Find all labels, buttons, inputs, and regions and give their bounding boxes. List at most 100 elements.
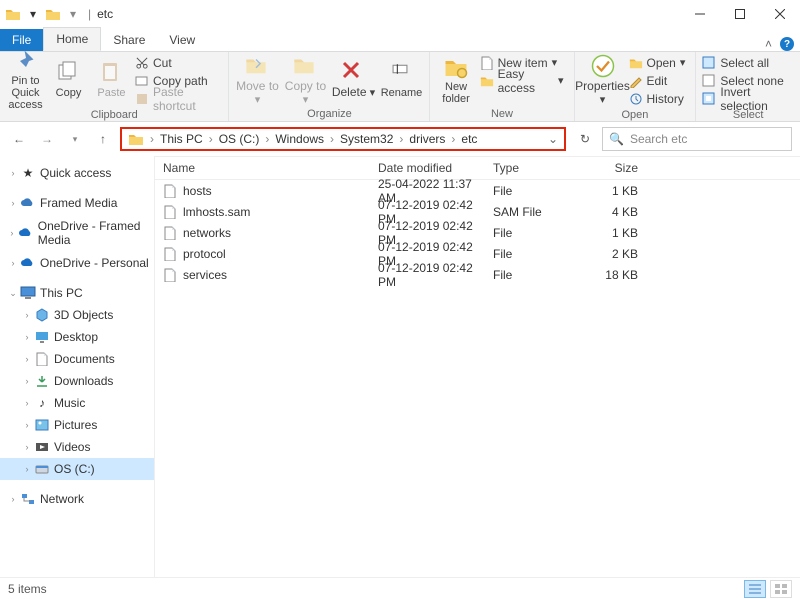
col-type[interactable]: Type (485, 161, 580, 175)
col-date[interactable]: Date modified (370, 161, 485, 175)
network-icon (20, 491, 36, 507)
crumb-etc[interactable]: etc (457, 132, 481, 146)
open-button[interactable]: Open ▾ (629, 54, 690, 71)
file-icon (163, 226, 177, 240)
details-view-button[interactable] (744, 580, 766, 598)
file-name: networks (183, 226, 231, 240)
tab-view[interactable]: View (157, 29, 207, 51)
file-size: 1 KB (580, 226, 650, 240)
cloud-icon (18, 225, 34, 241)
file-list[interactable]: hosts25-04-2022 11:37 AMFile1 KBlmhosts.… (155, 180, 800, 285)
group-clipboard: Pin to Quick access Copy Paste Cut Copy … (0, 52, 229, 121)
tree-onedrive-framed[interactable]: ›OneDrive - Framed Media (0, 222, 154, 244)
forward-button[interactable]: → (36, 128, 58, 150)
help-icon[interactable]: ? (780, 37, 794, 51)
file-name: services (183, 268, 227, 282)
window-title: etc (97, 7, 113, 21)
select-all-button[interactable]: Select all (702, 54, 794, 71)
title-separator: | (88, 7, 91, 21)
file-type: File (485, 226, 580, 240)
pc-icon (20, 285, 36, 301)
crumb-os-c[interactable]: OS (C:) (215, 132, 264, 146)
edit-button[interactable]: Edit (629, 72, 690, 89)
crumb-system32[interactable]: System32 (336, 132, 397, 146)
cloud-icon (20, 195, 36, 211)
address-bar[interactable]: › This PC › OS (C:) › Windows › System32… (120, 127, 566, 151)
folder-icon (4, 5, 22, 23)
crumb-this-pc[interactable]: This PC (156, 132, 207, 146)
tree-network[interactable]: ›Network (0, 488, 154, 510)
paste-shortcut-button[interactable]: Paste shortcut (135, 90, 223, 107)
tree-this-pc[interactable]: ⌄This PC (0, 282, 154, 304)
group-label-organize: Organize (235, 106, 423, 122)
paste-button[interactable]: Paste (92, 54, 131, 106)
chevron-right-icon[interactable]: › (397, 132, 405, 146)
picture-icon (34, 417, 50, 433)
video-icon (34, 439, 50, 455)
tree-quick-access[interactable]: ›★Quick access (0, 162, 154, 184)
col-name[interactable]: Name (155, 161, 370, 175)
tree-pictures[interactable]: ›Pictures (0, 414, 154, 436)
group-label-new: New (436, 106, 567, 122)
tree-downloads[interactable]: ›Downloads (0, 370, 154, 392)
pin-quick-access-button[interactable]: Pin to Quick access (6, 54, 45, 106)
search-input[interactable]: 🔍 Search etc (602, 127, 792, 151)
search-icon: 🔍 (609, 132, 624, 146)
back-button[interactable]: ← (8, 128, 30, 150)
refresh-button[interactable]: ↻ (574, 128, 596, 150)
tree-desktop[interactable]: ›Desktop (0, 326, 154, 348)
ribbon-collapse-icon[interactable]: ˄ (765, 37, 772, 51)
copy-to-button[interactable]: Copy to ▾ (283, 54, 327, 106)
table-row[interactable]: services07-12-2019 02:42 PMFile18 KB (155, 264, 800, 285)
qat-dropdown-icon[interactable]: ▾ (24, 5, 42, 23)
recent-locations-button[interactable]: ▾ (64, 128, 86, 150)
address-dropdown-icon[interactable]: ⌄ (544, 132, 562, 146)
file-name: protocol (183, 247, 226, 261)
file-size: 18 KB (580, 268, 650, 282)
tree-3d-objects[interactable]: ›3D Objects (0, 304, 154, 326)
tree-os-c[interactable]: ›OS (C:) (0, 458, 154, 480)
maximize-button[interactable] (720, 0, 760, 28)
file-size: 1 KB (580, 184, 650, 198)
move-to-button[interactable]: Move to ▾ (235, 54, 279, 106)
file-icon (163, 247, 177, 261)
crumb-windows[interactable]: Windows (271, 132, 328, 146)
invert-selection-button[interactable]: Invert selection (702, 90, 794, 107)
folder-icon (44, 5, 62, 23)
properties-button[interactable]: Properties ▾ (581, 54, 625, 106)
chevron-right-icon[interactable]: › (328, 132, 336, 146)
file-size: 4 KB (580, 205, 650, 219)
chevron-right-icon[interactable]: › (148, 132, 156, 146)
minimize-button[interactable] (680, 0, 720, 28)
chevron-right-icon[interactable]: › (263, 132, 271, 146)
crumb-drivers[interactable]: drivers (405, 132, 449, 146)
cut-button[interactable]: Cut (135, 54, 223, 71)
tree-documents[interactable]: ›Documents (0, 348, 154, 370)
new-folder-button[interactable]: New folder (436, 54, 475, 106)
chevron-right-icon[interactable]: › (207, 132, 215, 146)
file-type: File (485, 268, 580, 282)
qat-dropdown-icon[interactable]: ▾ (64, 5, 82, 23)
icons-view-button[interactable] (770, 580, 792, 598)
copy-button[interactable]: Copy (49, 54, 88, 106)
desktop-icon (34, 329, 50, 345)
tree-framed-media[interactable]: ›Framed Media (0, 192, 154, 214)
tab-home[interactable]: Home (43, 27, 101, 51)
delete-button[interactable]: Delete ▾ (331, 54, 375, 106)
tree-videos[interactable]: ›Videos (0, 436, 154, 458)
history-button[interactable]: History (629, 90, 690, 107)
easy-access-button[interactable]: Easy access ▾ (480, 72, 568, 89)
ribbon: Pin to Quick access Copy Paste Cut Copy … (0, 52, 800, 122)
ribbon-tabs: File Home Share View ˄ ? (0, 28, 800, 52)
tree-music[interactable]: ›♪Music (0, 392, 154, 414)
file-name: hosts (183, 184, 212, 198)
rename-button[interactable]: Rename (379, 54, 423, 106)
navigation-pane[interactable]: ›★Quick access ›Framed Media ›OneDrive -… (0, 156, 155, 577)
close-button[interactable] (760, 0, 800, 28)
col-size[interactable]: Size (580, 161, 650, 175)
tab-share[interactable]: Share (101, 29, 157, 51)
tab-file[interactable]: File (0, 29, 43, 51)
chevron-right-icon[interactable]: › (449, 132, 457, 146)
tree-onedrive-personal[interactable]: ›OneDrive - Personal (0, 252, 154, 274)
up-button[interactable]: ↑ (92, 128, 114, 150)
